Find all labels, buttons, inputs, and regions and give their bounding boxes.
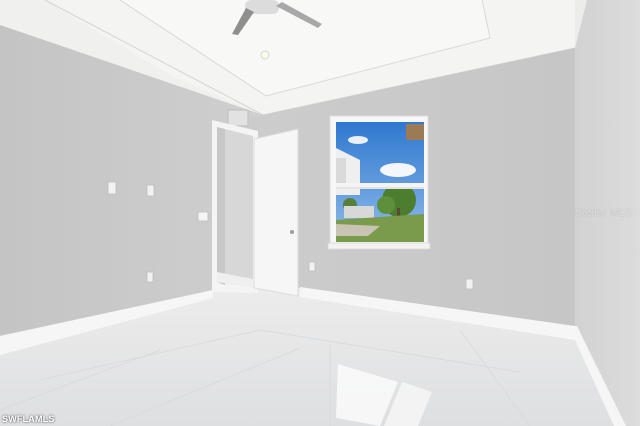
door-knob-icon [290,230,294,234]
recessed-light-icon [260,50,270,60]
air-vent-icon [227,109,249,127]
light-switch-icon [146,184,155,197]
mls-badge: SWFLAMLS [2,414,55,424]
outlet-icon [308,261,316,272]
light-switch-icon [107,181,117,195]
watermark-text: Stellar MLS [575,207,632,219]
outlet-icon [146,271,154,283]
outlet-icon [465,278,474,290]
room-photo [0,0,640,426]
interior-door [253,128,299,297]
window [327,115,431,250]
thermostat-icon [197,211,209,222]
